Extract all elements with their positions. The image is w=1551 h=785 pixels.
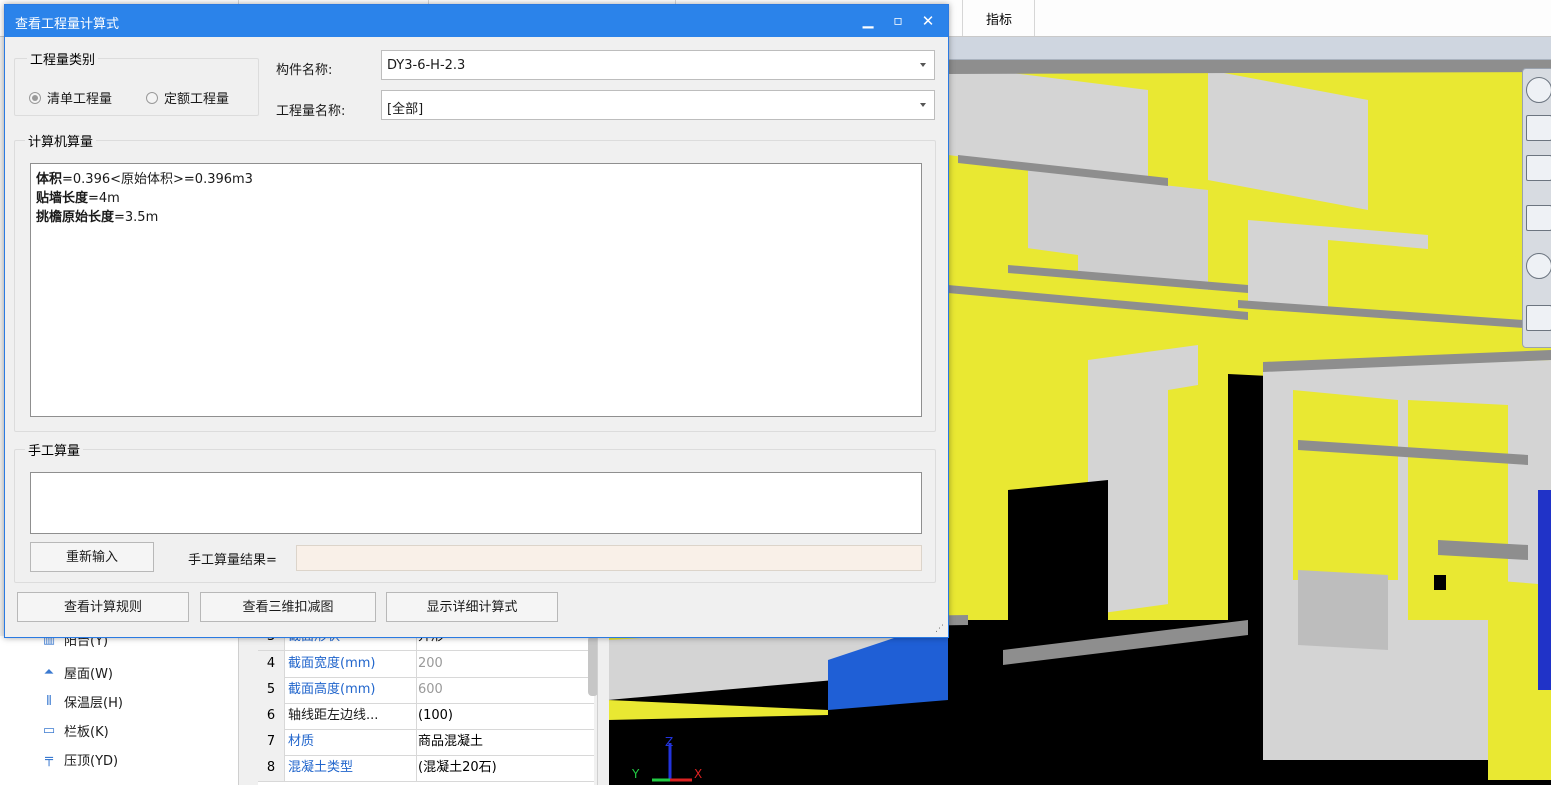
view-calc-rules-button[interactable]: 查看计算规则 [17, 592, 189, 622]
calc-line: 挑檐原始长度=3.5m [36, 210, 159, 225]
resize-grip-icon[interactable]: ⋰ [935, 624, 944, 634]
manual-result-label: 手工算量结果= [188, 553, 277, 568]
chevron-down-icon [920, 63, 926, 67]
manual-calc-label: 手工算量 [25, 440, 84, 459]
coping-icon: ╤ [45, 751, 53, 767]
show-detail-formula-button[interactable]: 显示详细计算式 [386, 592, 558, 622]
close-icon[interactable]: ✕ [917, 11, 939, 31]
tree-item-coping[interactable]: ╤ 压顶(YD) [40, 750, 118, 769]
manual-calc-input[interactable] [30, 472, 922, 534]
component-tree: ▥ 阳台(Y) ⏶ 屋面(W) ⦀ 保温层(H) ▭ 栏板(K) ╤ 压顶(YD… [0, 632, 239, 785]
dialog-titlebar[interactable]: 查看工程量计算式 ▁ ▫ ✕ [5, 5, 948, 37]
reenter-button[interactable]: 重新输入 [30, 542, 154, 572]
property-row[interactable]: 8 混凝土类型 (混凝土20石) [258, 755, 594, 782]
component-name-select[interactable]: DY3-6-H-2.3 [381, 50, 935, 80]
grid-view-icon[interactable] [1526, 305, 1551, 331]
rotate-icon[interactable] [1526, 253, 1551, 279]
quantity-name-select[interactable]: [全部] [381, 90, 935, 120]
orbit-icon[interactable] [1526, 77, 1551, 103]
axis-y-label: Y [632, 767, 640, 781]
manual-result-field[interactable] [296, 545, 922, 571]
calc-line: 体积=0.396<原始体积>=0.396m3 [36, 172, 253, 187]
property-row[interactable]: 4 截面宽度(mm) 200 [258, 651, 594, 678]
tab-index[interactable]: 指标 [986, 9, 1012, 28]
tree-item-roof[interactable]: ⏶ 屋面(W) [40, 663, 113, 682]
radio-bill-quantity[interactable]: 清单工程量 [29, 88, 112, 107]
dialog-title: 查看工程量计算式 [15, 17, 120, 32]
radio-unselected-icon [146, 91, 158, 104]
tree-item-parapet[interactable]: ▭ 栏板(K) [40, 721, 109, 740]
radio-selected-icon [29, 91, 41, 104]
quantity-formula-dialog: 查看工程量计算式 ▁ ▫ ✕ 工程量类别 清单工程量 定额工程量 构件名称: D… [4, 4, 949, 638]
roof-icon: ⏶ [43, 664, 55, 680]
chevron-down-icon [920, 103, 926, 107]
maximize-icon[interactable]: ▫ [887, 11, 909, 31]
computer-calc-label: 计算机算量 [25, 131, 97, 150]
parapet-icon: ▭ [42, 722, 56, 738]
tree-item-insulation[interactable]: ⦀ 保温层(H) [40, 692, 123, 711]
3d-box-icon[interactable] [1526, 155, 1551, 181]
axis-gizmo: Z X Y [630, 735, 710, 785]
radio-quota-quantity[interactable]: 定额工程量 [146, 88, 229, 107]
computer-calc-output[interactable]: 体积=0.396<原始体积>=0.396m3 贴墙长度=4m 挑檐原始长度=3.… [30, 163, 922, 417]
insulation-icon: ⦀ [46, 693, 52, 709]
calc-line: 贴墙长度=4m [36, 191, 120, 206]
view-navigation-bar [1522, 68, 1551, 348]
property-row[interactable]: 6 轴线距左边线... (100) [258, 703, 594, 730]
panel-splitter[interactable] [597, 636, 609, 785]
property-grid: 3 截面形状 异形 4 截面宽度(mm) 200 5 截面高度(mm) 600 … [258, 624, 594, 785]
axis-z-label: Z [665, 735, 674, 749]
property-row[interactable]: 5 截面高度(mm) 600 [258, 677, 594, 704]
component-name-label: 构件名称: [276, 63, 333, 78]
view-3d-deduction-button[interactable]: 查看三维扣减图 [200, 592, 376, 622]
quantity-name-label: 工程量名称: [276, 104, 346, 119]
qty-type-label: 工程量类别 [27, 49, 99, 68]
cube-view-icon[interactable] [1526, 205, 1551, 231]
viewport-header [948, 37, 1551, 60]
property-row[interactable]: 7 材质 商品混凝土 [258, 729, 594, 756]
axis-x-label: X [694, 767, 703, 781]
2d-view-icon[interactable] [1526, 115, 1551, 141]
minimize-icon[interactable]: ▁ [857, 11, 879, 31]
